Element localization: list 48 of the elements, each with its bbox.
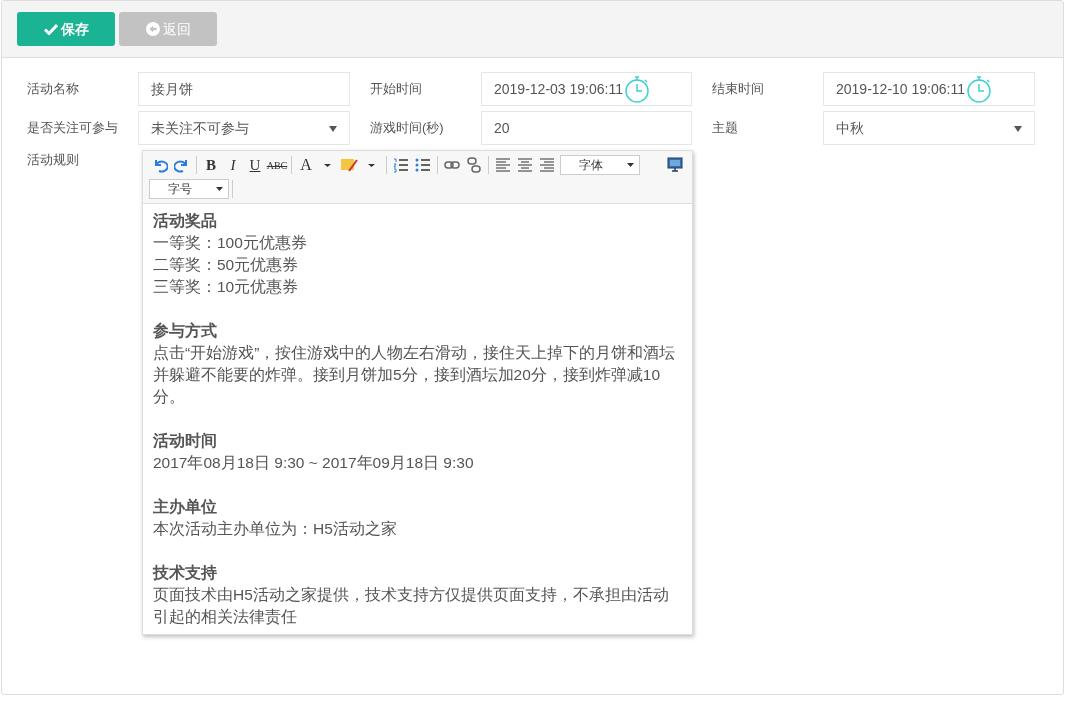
datetime-field[interactable]: 2019-12-10 19:06:11 — [823, 72, 1035, 106]
redo-icon[interactable] — [174, 157, 190, 173]
paragraph: 点击“开始游戏”，按住游戏中的人物左右滑动，接住天上掉下的月饼和酒坛并躲避不能要的炸弹。接到月饼加5分，接到酒坛加20分，接到炸弹减10分。 — [153, 343, 677, 407]
paragraph: 一等奖：100元优惠券 — [153, 233, 308, 253]
section-heading: 主办单位 — [153, 497, 218, 517]
field-label: 活动名称 — [27, 80, 80, 98]
field-label: 是否关注可参与 — [27, 119, 119, 137]
numbered-list-icon[interactable] — [393, 157, 409, 173]
paragraph: 2017年08月18日 9:30 ~ 2017年09月18日 9:30 — [153, 453, 475, 473]
section-heading: 技术支持 — [153, 563, 218, 583]
input-field[interactable]: 20 — [481, 111, 692, 145]
unlink-icon[interactable] — [466, 157, 482, 173]
section-heading: 参与方式 — [153, 321, 218, 341]
bold-button[interactable]: B — [200, 155, 222, 175]
rich-text-editor[interactable] — [142, 150, 693, 635]
caret-icon — [216, 187, 223, 191]
select-field[interactable]: 未关注不可参与 — [138, 111, 350, 145]
align-right-icon[interactable] — [539, 157, 555, 173]
stopwatch-icon — [964, 75, 993, 103]
field-label: 活动规则 — [27, 151, 80, 169]
field-label: 结束时间 — [712, 80, 765, 98]
paragraph: 三等奖：10元优惠券 — [153, 277, 300, 297]
select-field[interactable]: 中秋 — [823, 111, 1035, 145]
undo-icon[interactable] — [152, 157, 168, 173]
stopwatch-icon — [622, 75, 651, 103]
input-field[interactable]: 接月饼 — [138, 72, 350, 106]
caret-icon — [627, 163, 634, 167]
bullet-list-icon[interactable] — [415, 157, 431, 173]
paragraph: 页面技术由H5活动之家提供，技术支持方仅提供页面支持，不承担由活动引起的相关法律责任 — [153, 585, 670, 627]
field-label: 开始时间 — [370, 80, 423, 98]
align-left-icon[interactable] — [495, 157, 511, 173]
section-heading: 活动奖品 — [153, 211, 218, 231]
strikethrough-button[interactable]: ABC — [266, 155, 288, 175]
paragraph: 本次活动主办单位为：H5活动之家 — [153, 519, 398, 539]
preview-monitor-icon[interactable] — [666, 157, 684, 173]
align-center-icon[interactable] — [517, 157, 533, 173]
check-icon — [43, 23, 58, 35]
highlighter-icon[interactable] — [341, 157, 359, 173]
section-heading: 活动时间 — [153, 431, 218, 451]
datetime-field[interactable]: 2019-12-03 19:06:11 — [481, 72, 692, 106]
underline-button[interactable]: U — [244, 155, 266, 175]
field-label: 游戏时间(秒) — [370, 119, 445, 137]
italic-button[interactable]: I — [222, 155, 244, 175]
font-size-dropdown[interactable]: 字号 — [149, 179, 229, 199]
field-label: 主题 — [712, 119, 739, 137]
font-family-dropdown[interactable]: 字体 — [560, 155, 640, 175]
font-color-button[interactable]: A — [295, 155, 317, 175]
paragraph: 二等奖：50元优惠券 — [153, 255, 300, 275]
